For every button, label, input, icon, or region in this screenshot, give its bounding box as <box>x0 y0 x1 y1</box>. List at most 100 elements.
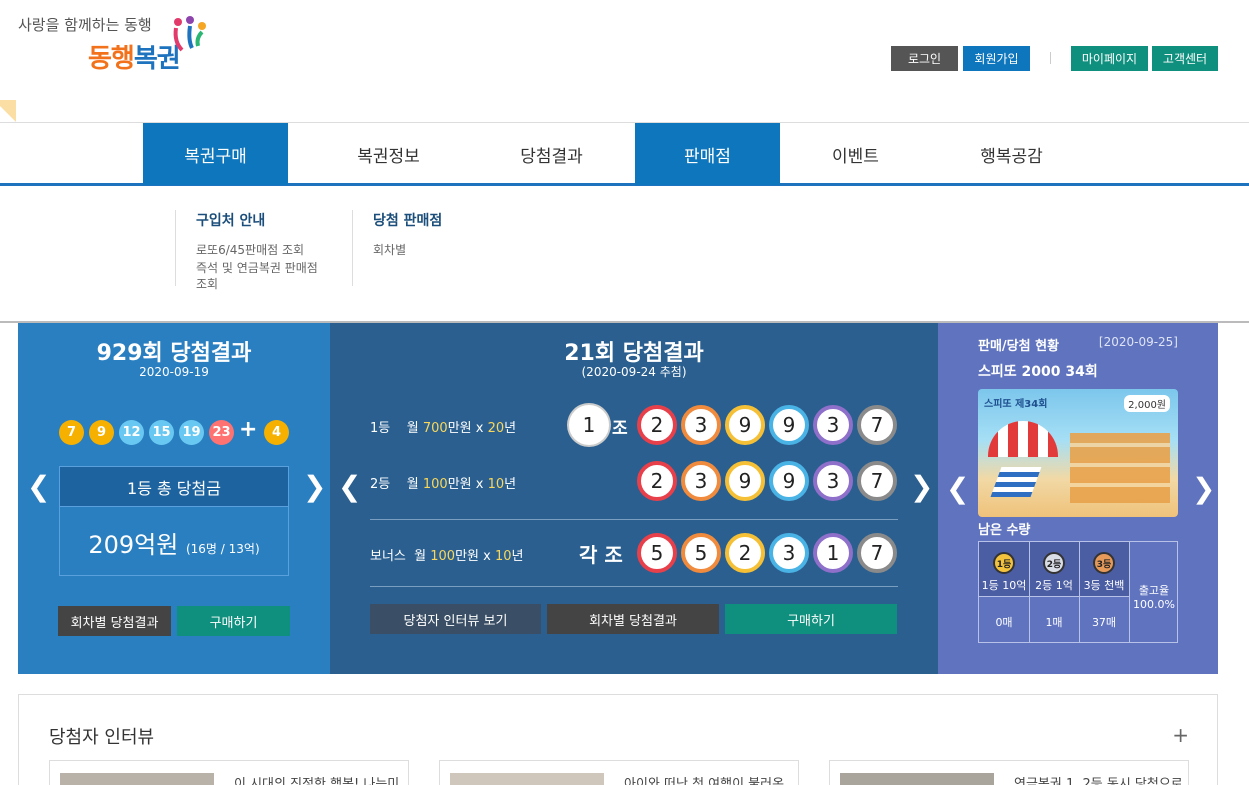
medal-3-icon: 3등 <box>1093 552 1115 574</box>
prev-arrow-icon[interactable]: ❮ <box>27 473 50 501</box>
nav-results[interactable]: 당첨결과 <box>479 123 624 185</box>
nav-lottery-info[interactable]: 복권정보 <box>316 123 461 185</box>
rank1-prefix: 월 <box>406 421 423 436</box>
mypage-button[interactable]: 마이페이지 <box>1071 46 1148 71</box>
prize-amount-value: 209억원 <box>88 531 179 559</box>
submenu-link[interactable]: 로또6/45판매점 조회 <box>196 242 325 258</box>
page: 사랑을 함께하는 동행 동행복권 로그인 회원가입 마이페이지 고객센터 복권구… <box>0 0 1249 785</box>
lotto-buy-button[interactable]: 구매하기 <box>177 606 290 636</box>
bonus-amount: 100 <box>430 549 456 564</box>
lotto-ball: 23 <box>209 420 234 445</box>
prev-arrow-icon[interactable]: ❮ <box>338 473 361 501</box>
ticket-label: 스피또 제34회 <box>984 399 1048 410</box>
bonus-suffix: 년 <box>511 549 524 564</box>
interview-card-title: 아이와 떠난 첫 여행이 불러온 <box>624 777 785 785</box>
interview-card[interactable]: 연금복권 1, 2등 동시 당첨으로 <box>829 760 1189 785</box>
submenu-link[interactable]: 회차별 <box>373 242 502 258</box>
lotto-ball: 9 <box>89 420 114 445</box>
pension-ball: 7 <box>857 405 897 445</box>
pension-date: (2020-09-24 추첨) <box>581 365 687 379</box>
ticket-price: 2,000원 <box>1124 395 1170 412</box>
next-arrow-icon[interactable]: ❯ <box>1192 475 1215 503</box>
speetto-panel: 판매/당첨 현황 [2020-09-25] 스피또 2000 34회 스피또 제… <box>938 323 1218 674</box>
lotto-panel: 929회 당첨결과 2020-09-19 7 9 12 15 19 23 + 4… <box>18 323 330 674</box>
rank2-suffix: 년 <box>504 477 517 492</box>
each-group-label: 각 조 <box>579 543 623 567</box>
rank1-unit: 만원 x <box>447 421 488 436</box>
rank1-label: 1등 월 700만원 x 20년 <box>370 417 516 436</box>
pension-ball: 2 <box>637 461 677 501</box>
customer-center-button[interactable]: 고객센터 <box>1152 46 1218 71</box>
decor-shape <box>0 100 16 122</box>
pension-ball: 9 <box>725 405 765 445</box>
lotto-title: 929회 당첨결과 <box>96 341 252 366</box>
pension-ball: 7 <box>857 533 897 573</box>
chair-graphic <box>990 467 1042 497</box>
medal-1-icon: 1등 <box>993 552 1015 574</box>
interview-button[interactable]: 당첨자 인터뷰 보기 <box>370 604 541 634</box>
pension-ball: 2 <box>637 405 677 445</box>
submenu-col-stores: 구입처 안내 로또6/45판매점 조회 즉석 및 연금복권 판매점 조회 <box>175 210 325 291</box>
bonus-unit: 만원 x <box>455 549 495 564</box>
rank2-label: 2등 월 100만원 x 10년 <box>370 473 516 492</box>
divider <box>370 519 898 520</box>
pension-ball: 2 <box>725 533 765 573</box>
speetto-name: 스피또 2000 34회 <box>978 364 1098 380</box>
rank2-years: 10 <box>487 477 505 492</box>
bonus-label: 보너스 월 100만원 x 10년 <box>370 545 523 564</box>
interview-section: 당첨자 인터뷰 + 이 시대의 진정한 행복! 나는미 아이와 떠난 첫 여행이… <box>18 694 1218 785</box>
main-nav: 복권구매 복권정보 당첨결과 판매점 이벤트 행복공감 <box>0 122 1249 186</box>
pension-ball: 3 <box>813 461 853 501</box>
scratch-area <box>1070 433 1170 503</box>
interview-card[interactable]: 아이와 떠난 첫 여행이 불러온 <box>439 760 799 785</box>
prize-label: 3등 천백 <box>1083 579 1125 592</box>
rank1-years: 20 <box>487 421 505 436</box>
prize-amount: 209억원 (16명 / 13억) <box>60 525 288 560</box>
lotto-results-button[interactable]: 회차별 당첨결과 <box>58 606 171 636</box>
lotto-ball: 7 <box>59 420 84 445</box>
prize-count: 0매 <box>995 616 1013 629</box>
pension-ball: 9 <box>769 461 809 501</box>
pension-ball: 9 <box>769 405 809 445</box>
logo-text-1: 동행 <box>88 44 135 74</box>
ship-label: 출고율 <box>1138 584 1170 597</box>
submenu-link[interactable]: 즉석 및 연금복권 판매점 조회 <box>196 260 324 292</box>
pension-buy-button[interactable]: 구매하기 <box>725 604 897 634</box>
speetto-status-title: 판매/당첨 현황 <box>978 339 1060 354</box>
pension-results-button[interactable]: 회차별 당첨결과 <box>547 604 719 634</box>
prize-label: 1등 10억 <box>981 579 1027 592</box>
next-arrow-icon[interactable]: ❯ <box>303 473 326 501</box>
nav-buy-lottery[interactable]: 복권구매 <box>143 123 288 185</box>
nav-events[interactable]: 이벤트 <box>783 123 928 185</box>
interview-card[interactable]: 이 시대의 진정한 행복! 나는미 <box>49 760 409 785</box>
bonus-years: 10 <box>494 549 512 564</box>
signup-button[interactable]: 회원가입 <box>963 46 1030 71</box>
pension-ball: 5 <box>637 533 677 573</box>
rank1-suffix: 년 <box>504 421 517 436</box>
pension-ball: 7 <box>857 461 897 501</box>
interview-thumbnail <box>450 773 604 785</box>
nav-stores[interactable]: 판매점 <box>635 123 780 185</box>
speetto-ticket-image[interactable]: 스피또 제34회 2,000원 <box>978 389 1178 517</box>
nav-happiness[interactable]: 행복공감 <box>939 123 1084 185</box>
pension-ball: 9 <box>725 461 765 501</box>
submenu-title[interactable]: 당첨 판매점 <box>373 210 502 230</box>
prev-arrow-icon[interactable]: ❮ <box>946 475 969 503</box>
rank2-rank: 2등 <box>370 477 391 492</box>
interview-thumbnail <box>840 773 994 785</box>
umbrella-graphic <box>988 421 1058 457</box>
prize-head: 1등 총 당첨금 <box>60 467 288 507</box>
submenu-title[interactable]: 구입처 안내 <box>196 210 325 230</box>
pension-ball: 3 <box>769 533 809 573</box>
ship-rate: 100.0% <box>1133 598 1175 611</box>
next-arrow-icon[interactable]: ❯ <box>910 473 933 501</box>
header: 사랑을 함께하는 동행 동행복권 로그인 회원가입 마이페이지 고객센터 <box>0 0 1249 122</box>
bonus-rank: 보너스 <box>370 549 406 564</box>
logo-mark-icon <box>173 16 206 52</box>
more-plus-icon[interactable]: + <box>1172 723 1189 747</box>
login-button[interactable]: 로그인 <box>891 46 958 71</box>
remain-label: 남은 수량 <box>978 523 1031 538</box>
interview-card-title: 이 시대의 진정한 행복! 나는미 <box>234 777 400 785</box>
submenu: 구입처 안내 로또6/45판매점 조회 즉석 및 연금복권 판매점 조회 당첨 … <box>0 186 1249 323</box>
lotto-ball: 19 <box>179 420 204 445</box>
